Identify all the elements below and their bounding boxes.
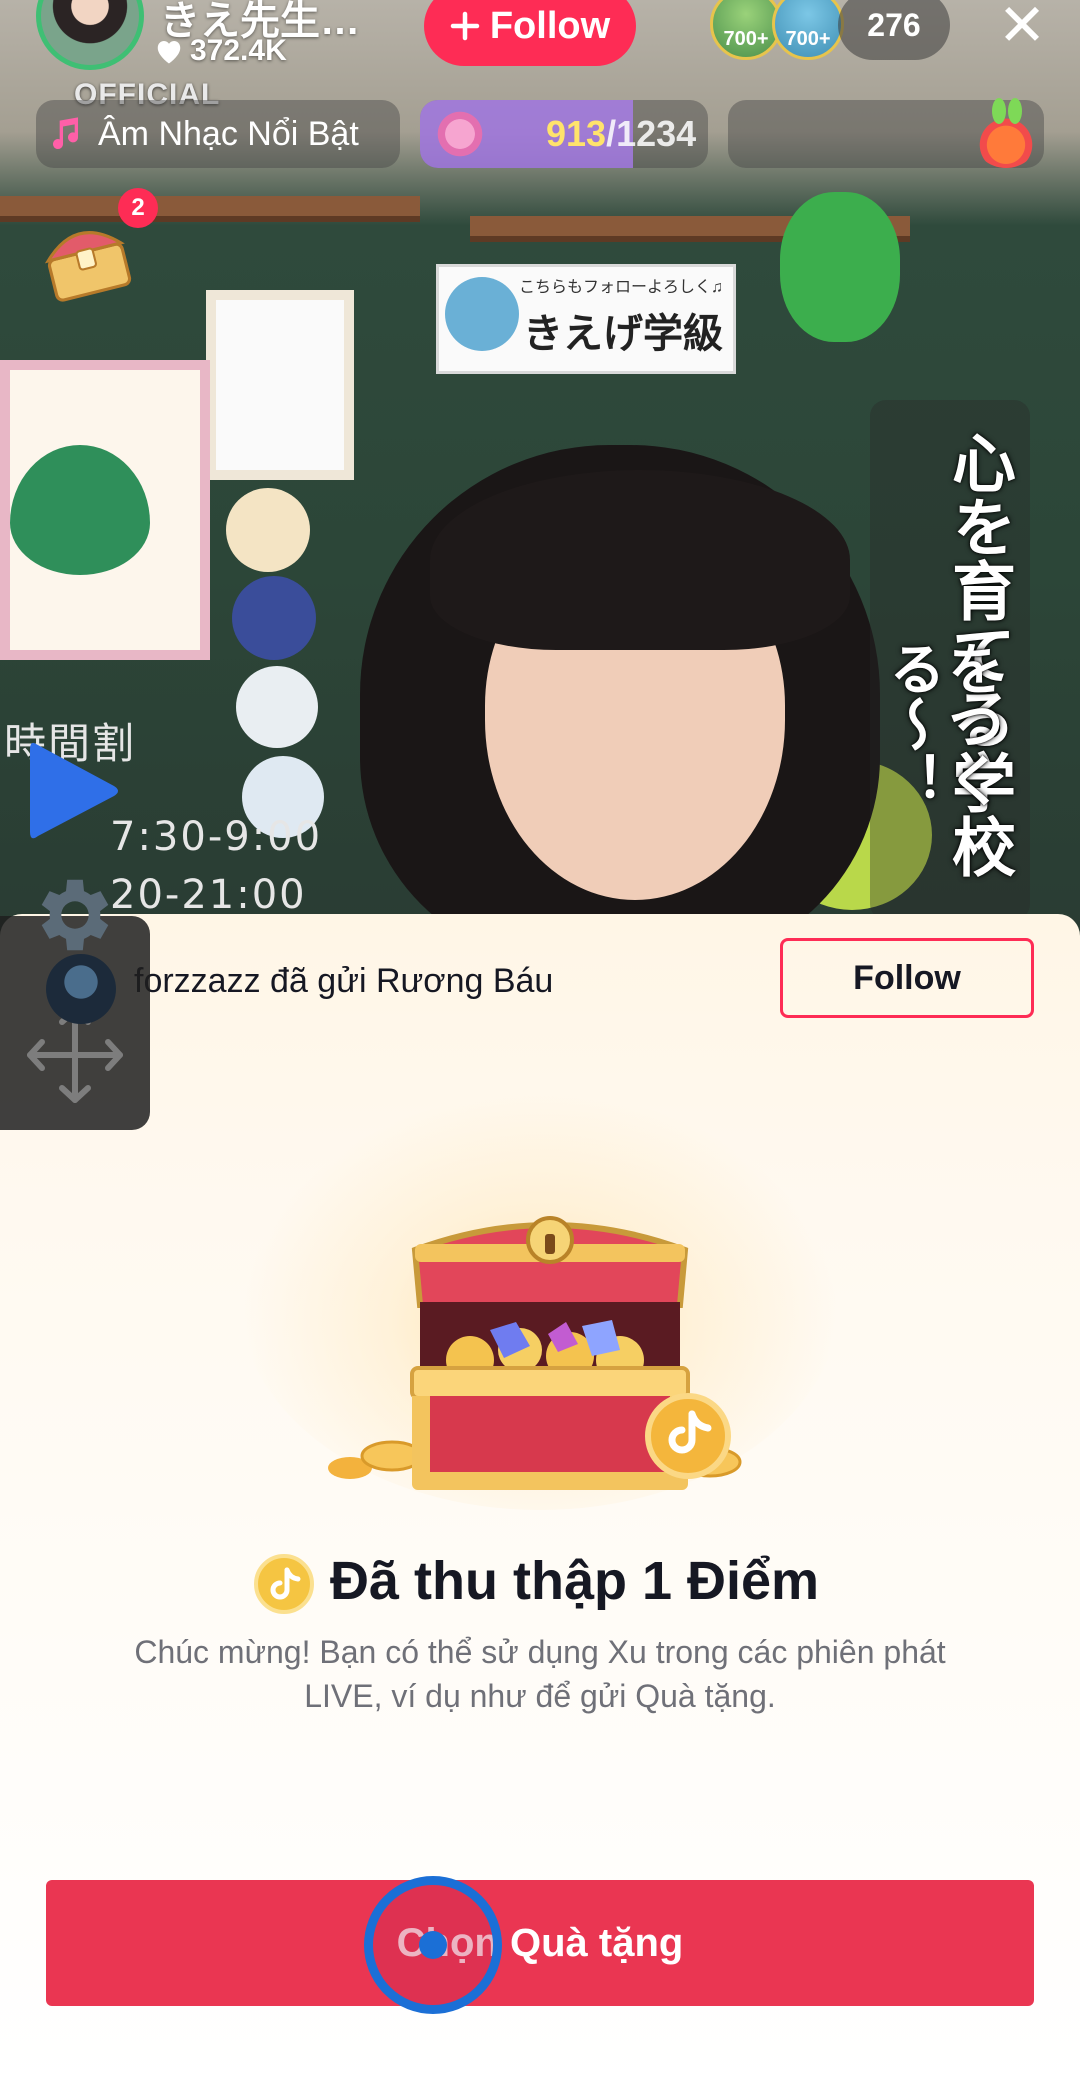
points-collected-title: Đã thu thập 1 Điểm xyxy=(330,1551,820,1611)
viewer-badge: 700+ xyxy=(785,28,831,50)
play-icon[interactable] xyxy=(26,736,122,846)
choose-gift-button[interactable]: Chọn Quà tặng xyxy=(46,1880,1034,2006)
music-ranking-label: Âm Nhạc Nổi Bật xyxy=(98,114,359,153)
goal-progress-pill[interactable]: 913/1234 xyxy=(420,100,708,168)
sign-title: きえげ学級 xyxy=(523,312,723,356)
follow-sender-button[interactable]: Follow xyxy=(780,938,1034,1018)
gift-notice-text: forzzazz đã gửi Rương Báu xyxy=(134,962,554,1000)
close-icon[interactable]: ✕ xyxy=(990,0,1054,58)
plus-icon xyxy=(450,11,480,41)
sign-subtitle: こちらもフォローよろしく♫ xyxy=(519,279,724,296)
sticker xyxy=(236,666,318,748)
chalk-text: 7:30-9:00 xyxy=(110,814,323,860)
sign-avatar xyxy=(445,277,519,351)
goal-total: /1234 xyxy=(606,113,697,154)
frog-plush xyxy=(780,192,900,342)
sticker xyxy=(232,576,316,660)
live-screen: こちらもフォローよろしく♫ きえげ学級 時間割 7:30-9:00 20-21:… xyxy=(0,0,1080,2084)
music-note-icon xyxy=(53,117,79,150)
follow-host-button[interactable]: Follow xyxy=(424,0,636,66)
follow-sender-label: Follow xyxy=(853,958,961,997)
viewer-count[interactable]: 276 xyxy=(838,0,950,60)
name-sign: こちらもフォローよろしく♫ きえげ学級 xyxy=(436,264,736,374)
goal-progress-text: 913/1234 xyxy=(546,113,696,155)
goal-current: 913 xyxy=(546,113,607,154)
mascot-icon[interactable] xyxy=(974,98,1038,168)
heart-icon xyxy=(157,41,181,64)
chest-count-badge: 2 xyxy=(118,188,158,228)
banner-text-2: をつくる〜！ xyxy=(882,640,1003,808)
gear-icon[interactable] xyxy=(28,868,122,962)
viewer-badge: 700+ xyxy=(723,28,769,50)
chalk-text: 20-21:00 xyxy=(110,872,307,918)
music-ranking-pill[interactable]: Âm Nhạc Nổi Bật xyxy=(36,100,400,168)
coin-icon xyxy=(254,1554,314,1614)
open-treasure-chest-illustration xyxy=(328,1216,742,1490)
flower-icon xyxy=(434,108,486,160)
follow-host-label: Follow xyxy=(489,4,611,47)
likes-value: 372.4K xyxy=(190,34,287,67)
reward-description: Chúc mừng! Bạn có thể sử dụng Xu trong c… xyxy=(134,1634,946,1714)
picture-frame xyxy=(206,290,354,480)
sticker xyxy=(226,488,310,572)
tap-indicator-dot xyxy=(419,1931,447,1959)
likes-count: 372.4K xyxy=(154,34,287,68)
sender-avatar[interactable] xyxy=(46,954,116,1024)
streamer-bangs xyxy=(430,470,850,650)
